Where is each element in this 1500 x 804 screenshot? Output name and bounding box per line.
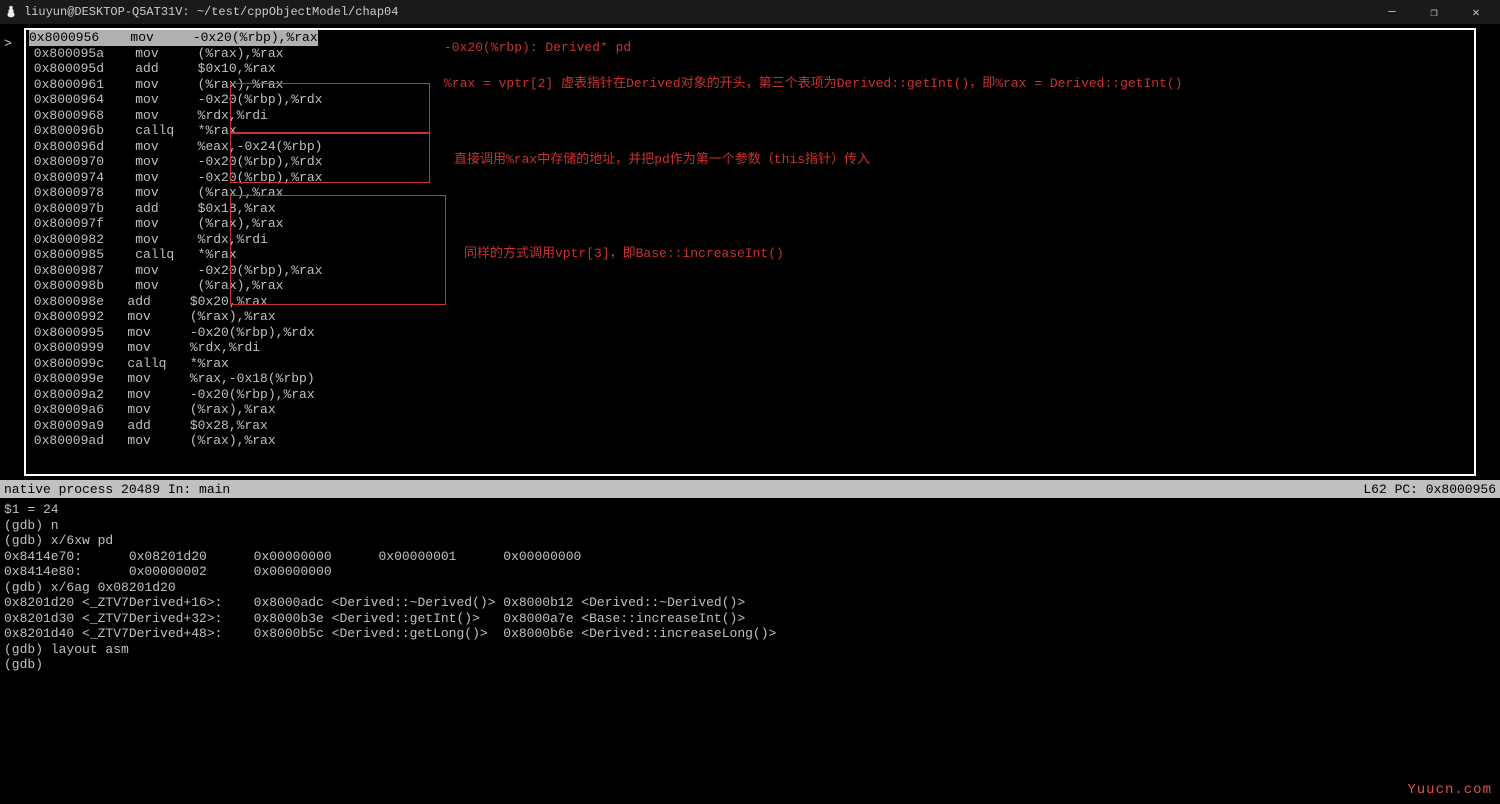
asm-row[interactable]: 0x8000995 mov -0x20(%rbp),%rdx: [26, 325, 1474, 341]
gdb-line: 0x8414e80: 0x00000002 0x00000000: [4, 564, 1496, 580]
annotation-text: -0x20(%rbp): Derived* pd: [444, 40, 631, 55]
gdb-line: (gdb) x/6xw pd: [4, 533, 1496, 549]
asm-row[interactable]: 0x800098b mov (%rax),%rax: [26, 278, 1474, 294]
gdb-line: 0x8201d40 <_ZTV7Derived+48>: 0x8000b5c <…: [4, 626, 1496, 642]
asm-row[interactable]: 0x800096b callq *%rax: [26, 123, 1474, 139]
asm-row[interactable]: 0x8000978 mov (%rax),%rax: [26, 185, 1474, 201]
close-button[interactable]: ✕: [1456, 1, 1496, 23]
asm-row[interactable]: 0x80009ad mov (%rax),%rax: [26, 433, 1474, 449]
asm-row[interactable]: 0x800097b add $0x18,%rax: [26, 201, 1474, 217]
status-right: L62 PC: 0x8000956: [1363, 482, 1496, 497]
gdb-output-panel[interactable]: $1 = 24(gdb) n(gdb) x/6xw pd0x8414e70: 0…: [0, 500, 1500, 804]
gdb-line: $1 = 24: [4, 502, 1496, 518]
gdb-line: 0x8414e70: 0x08201d20 0x00000000 0x00000…: [4, 549, 1496, 565]
maximize-button[interactable]: ❐: [1414, 1, 1454, 23]
asm-row[interactable]: 0x8000964 mov -0x20(%rbp),%rdx: [26, 92, 1474, 108]
asm-row[interactable]: 0x80009a6 mov (%rax),%rax: [26, 402, 1474, 418]
current-line-caret: >: [4, 36, 12, 51]
gdb-line: 0x8201d30 <_ZTV7Derived+32>: 0x8000b3e <…: [4, 611, 1496, 627]
app-icon: [4, 5, 18, 19]
asm-row[interactable]: 0x8000956 mov -0x20(%rbp),%rax: [26, 30, 1474, 46]
gdb-line: 0x8201d20 <_ZTV7Derived+16>: 0x8000adc <…: [4, 595, 1496, 611]
disassembly-list[interactable]: 0x8000956 mov -0x20(%rbp),%rax 0x800095a…: [24, 28, 1476, 476]
gdb-line: (gdb) n: [4, 518, 1496, 534]
asm-row[interactable]: 0x8000974 mov -0x20(%rbp),%rax: [26, 170, 1474, 186]
asm-row[interactable]: 0x800099e mov %rax,-0x18(%rbp): [26, 371, 1474, 387]
asm-row[interactable]: 0x800099c callq *%rax: [26, 356, 1474, 372]
minimize-button[interactable]: ─: [1372, 1, 1412, 23]
asm-row[interactable]: 0x8000999 mov %rdx,%rdi: [26, 340, 1474, 356]
gdb-line: (gdb): [4, 657, 1496, 673]
status-bar: native process 20489 In: main L62 PC: 0x…: [0, 480, 1500, 498]
asm-row[interactable]: 0x80009a9 add $0x28,%rax: [26, 418, 1474, 434]
asm-row[interactable]: 0x800095a mov (%rax),%rax: [26, 46, 1474, 62]
asm-row[interactable]: 0x8000987 mov -0x20(%rbp),%rax: [26, 263, 1474, 279]
watermark: Yuucn.com: [1407, 782, 1492, 798]
window-titlebar: liuyun@DESKTOP-Q5AT31V: ~/test/cppObject…: [0, 0, 1500, 24]
asm-row[interactable]: 0x80009a2 mov -0x20(%rbp),%rax: [26, 387, 1474, 403]
annotation-text: 直接调用%rax中存储的地址，并把pd作为第一个参数（this指针）传入: [454, 148, 870, 167]
annotation-text: 同样的方式调用vptr[3]，即Base::increaseInt(): [464, 242, 784, 261]
gdb-line: (gdb) x/6ag 0x08201d20: [4, 580, 1496, 596]
asm-row[interactable]: 0x8000968 mov %rdx,%rdi: [26, 108, 1474, 124]
window-title: liuyun@DESKTOP-Q5AT31V: ~/test/cppObject…: [24, 5, 1372, 19]
window-controls: ─ ❐ ✕: [1372, 1, 1496, 23]
annotation-text: %rax = vptr[2] 虚表指针在Derived对象的开头，第三个表项为D…: [444, 72, 1182, 91]
gdb-line: (gdb) layout asm: [4, 642, 1496, 658]
status-left: native process 20489 In: main: [4, 482, 1363, 497]
asm-row[interactable]: 0x800097f mov (%rax),%rax: [26, 216, 1474, 232]
disassembly-panel[interactable]: > 0x8000956 mov -0x20(%rbp),%rax 0x80009…: [0, 24, 1500, 480]
asm-row[interactable]: 0x8000992 mov (%rax),%rax: [26, 309, 1474, 325]
asm-row[interactable]: 0x800098e add $0x20,%rax: [26, 294, 1474, 310]
